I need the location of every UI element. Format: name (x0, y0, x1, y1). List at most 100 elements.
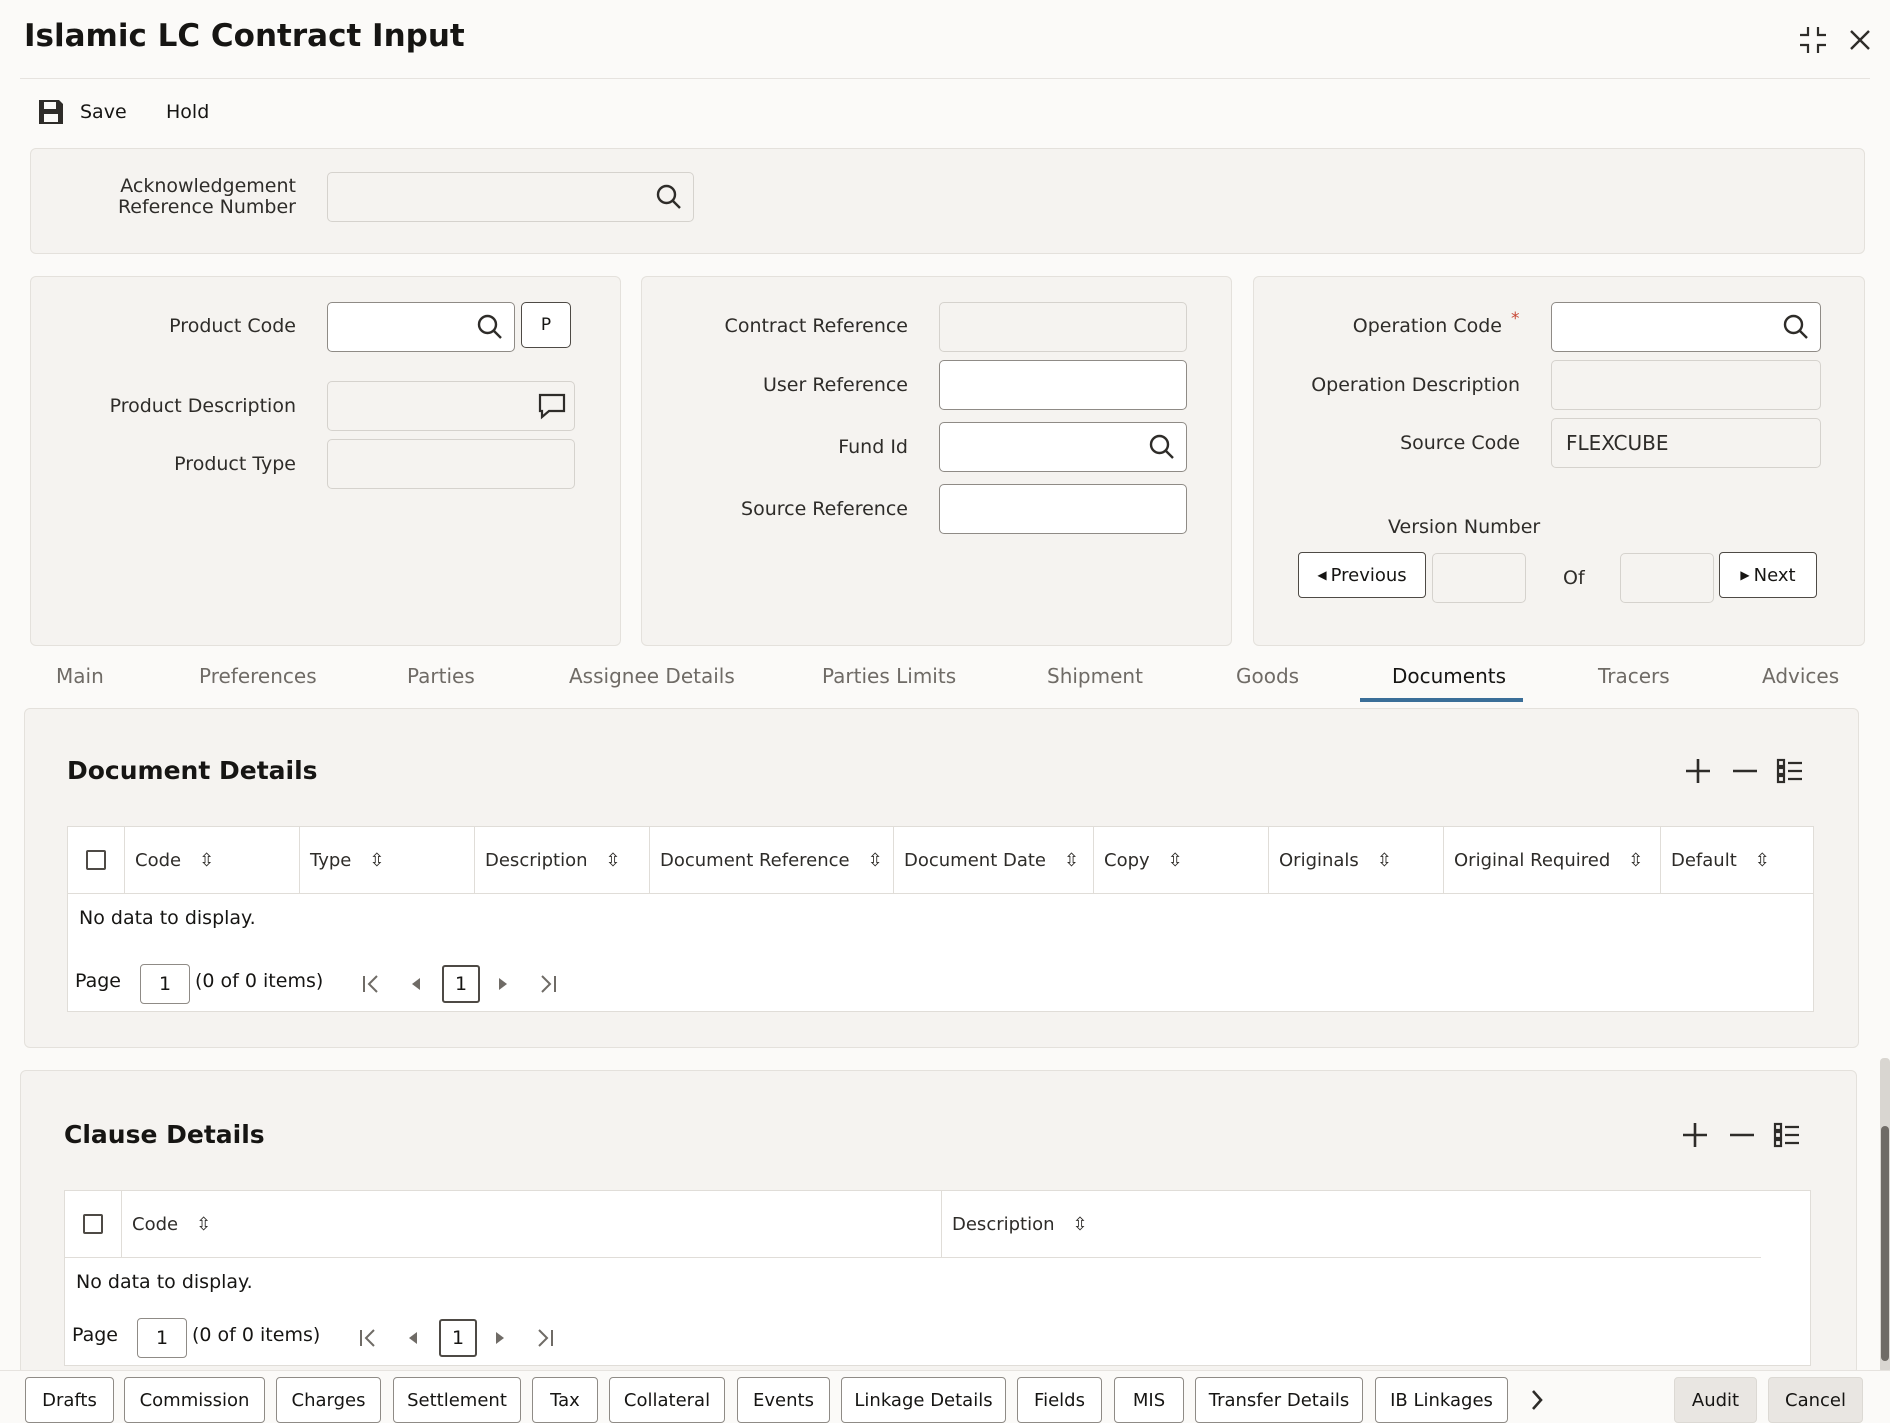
source-reference-input[interactable] (939, 484, 1187, 534)
product-type-input[interactable] (327, 439, 575, 489)
mis-button[interactable]: MIS (1114, 1377, 1184, 1423)
first-page-icon[interactable] (355, 1324, 381, 1352)
settlement-button[interactable]: Settlement (393, 1377, 521, 1423)
cancel-button[interactable]: Cancel (1768, 1377, 1863, 1423)
fields-button[interactable]: Fields (1017, 1377, 1102, 1423)
tab-shipment[interactable]: Shipment (1047, 664, 1143, 688)
column-header[interactable]: Document Reference ⇳ (650, 827, 894, 893)
previous-label: Previous (1330, 564, 1407, 586)
operation-description-input[interactable] (1551, 360, 1821, 410)
clause-details-title: Clause Details (64, 1120, 265, 1149)
fund-id-input[interactable] (939, 422, 1187, 472)
sort-icon[interactable]: ⇳ (606, 850, 621, 871)
drafts-button[interactable]: Drafts (25, 1377, 114, 1423)
sort-icon[interactable]: ⇳ (199, 850, 214, 871)
next-label: Next (1753, 564, 1796, 586)
scrollbar-thumb[interactable] (1881, 1126, 1889, 1361)
ib-linkages-button[interactable]: IB Linkages (1375, 1377, 1508, 1423)
column-header[interactable]: Originals ⇳ (1269, 827, 1444, 893)
search-icon[interactable] (653, 181, 685, 213)
maximize-icon[interactable] (1793, 22, 1833, 58)
delete-row-icon[interactable] (1724, 1117, 1760, 1153)
tab-goods[interactable]: Goods (1236, 664, 1299, 688)
comment-icon[interactable] (536, 390, 568, 422)
previous-page-icon[interactable] (406, 970, 426, 998)
column-header[interactable]: Code ⇳ (122, 1191, 942, 1257)
operation-code-input[interactable] (1551, 302, 1821, 352)
sort-icon[interactable]: ⇳ (1064, 850, 1079, 871)
search-icon[interactable] (474, 311, 506, 343)
search-icon[interactable] (1780, 311, 1812, 343)
contract-reference-input[interactable] (939, 302, 1187, 352)
last-page-icon[interactable] (535, 970, 561, 998)
single-view-icon[interactable] (1772, 753, 1808, 789)
tab-tracers[interactable]: Tracers (1598, 664, 1670, 688)
tab-parties[interactable]: Parties (407, 664, 475, 688)
sort-icon[interactable]: ⇳ (1073, 1214, 1088, 1235)
column-header[interactable]: Description ⇳ (942, 1191, 1810, 1257)
last-page-icon[interactable] (532, 1324, 558, 1352)
ack-ref-input[interactable] (327, 172, 694, 222)
column-header[interactable]: Default ⇳ (1661, 827, 1814, 893)
save-button[interactable]: Save (36, 94, 127, 130)
sort-icon[interactable]: ⇳ (196, 1214, 211, 1235)
tab-documents[interactable]: Documents (1392, 664, 1506, 688)
next-button[interactable]: ▶ Next (1719, 552, 1817, 598)
user-reference-input[interactable] (939, 360, 1187, 410)
page-label: Page (72, 1324, 118, 1346)
audit-button[interactable]: Audit (1674, 1377, 1757, 1423)
current-page[interactable]: 1 (442, 965, 480, 1003)
column-header[interactable]: Description ⇳ (475, 827, 650, 893)
sort-icon[interactable]: ⇳ (1377, 850, 1392, 871)
header-divider (68, 893, 1813, 894)
chevron-right-icon[interactable] (1520, 1383, 1554, 1417)
linkage-details-button[interactable]: Linkage Details (841, 1377, 1006, 1423)
sort-icon[interactable]: ⇳ (868, 850, 883, 871)
column-header[interactable]: Document Date ⇳ (894, 827, 1094, 893)
page-input[interactable]: 1 (140, 964, 190, 1004)
tab-advices[interactable]: Advices (1762, 664, 1839, 688)
tab-preferences[interactable]: Preferences (199, 664, 317, 688)
next-page-icon[interactable] (493, 970, 513, 998)
close-icon[interactable] (1842, 22, 1878, 58)
version-total-input[interactable] (1620, 553, 1714, 603)
single-view-icon[interactable] (1769, 1117, 1805, 1153)
select-all-cell (68, 827, 125, 893)
search-icon[interactable] (1146, 431, 1178, 463)
tab-assignee-details[interactable]: Assignee Details (569, 664, 735, 688)
select-all-checkbox[interactable] (83, 1214, 103, 1234)
previous-button[interactable]: ◀ Previous (1298, 552, 1426, 598)
collateral-button[interactable]: Collateral (609, 1377, 725, 1423)
first-page-icon[interactable] (358, 970, 384, 998)
transfer-details-button[interactable]: Transfer Details (1195, 1377, 1363, 1423)
tax-button[interactable]: Tax (532, 1377, 598, 1423)
column-header[interactable]: Original Required ⇳ (1444, 827, 1661, 893)
events-button[interactable]: Events (737, 1377, 830, 1423)
commission-button[interactable]: Commission (124, 1377, 265, 1423)
select-all-checkbox[interactable] (86, 850, 106, 870)
version-current-input[interactable] (1432, 553, 1526, 603)
add-row-icon[interactable] (1680, 753, 1716, 789)
delete-row-icon[interactable] (1727, 753, 1763, 789)
vertical-scrollbar[interactable] (1880, 1058, 1890, 1373)
source-code-input[interactable]: FLEXCUBE (1551, 418, 1821, 468)
column-header[interactable]: Type ⇳ (300, 827, 475, 893)
sort-icon[interactable]: ⇳ (1628, 850, 1643, 871)
hold-button[interactable]: Hold (166, 94, 209, 130)
sort-icon[interactable]: ⇳ (1168, 850, 1183, 871)
product-p-button[interactable]: P (521, 302, 571, 348)
add-row-icon[interactable] (1677, 1117, 1713, 1153)
current-page[interactable]: 1 (439, 1319, 477, 1357)
column-header[interactable]: Code ⇳ (125, 827, 300, 893)
page-input[interactable]: 1 (137, 1318, 187, 1358)
product-description-input[interactable] (327, 381, 575, 431)
column-header[interactable]: Copy ⇳ (1094, 827, 1269, 893)
charges-button[interactable]: Charges (276, 1377, 381, 1423)
tab-main[interactable]: Main (56, 664, 104, 688)
sort-icon[interactable]: ⇳ (369, 850, 384, 871)
product-code-input[interactable] (327, 302, 515, 352)
sort-icon[interactable]: ⇳ (1755, 850, 1770, 871)
next-page-icon[interactable] (490, 1324, 510, 1352)
previous-page-icon[interactable] (403, 1324, 423, 1352)
tab-parties-limits[interactable]: Parties Limits (822, 664, 956, 688)
